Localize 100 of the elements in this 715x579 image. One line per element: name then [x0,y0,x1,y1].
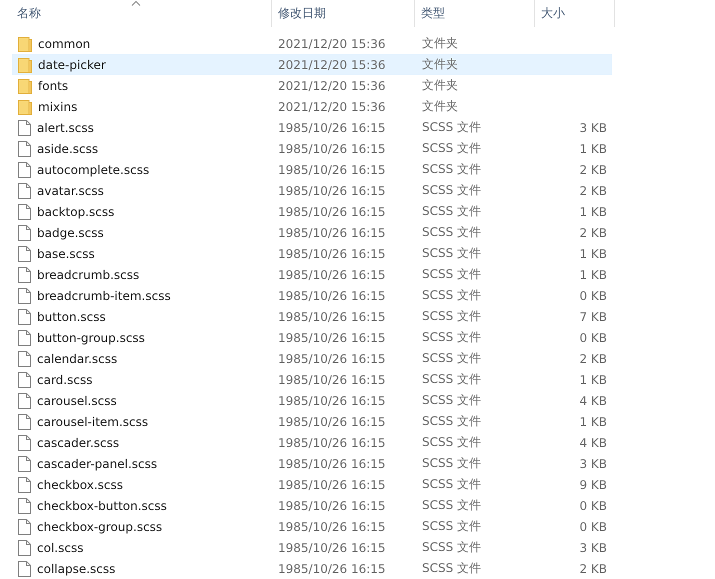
document-icon [18,224,31,240]
document-icon [18,476,31,492]
file-type: SCSS 文件 [422,161,482,178]
file-row[interactable]: collapse.scss 1985/10/26 16:15 SCSS 文件 2 KB [12,558,612,579]
file-row[interactable]: base.scss 1985/10/26 16:15 SCSS 文件 1 KB [12,243,612,264]
file-row[interactable]: backtop.scss 1985/10/26 16:15 SCSS 文件 1 KB [12,201,612,222]
file-row[interactable]: carousel-item.scss 1985/10/26 16:15 SCSS 文件 1 KB [12,411,612,432]
file-type: SCSS 文件 [422,224,482,241]
document-icon [18,498,31,514]
file-row[interactable]: checkbox-button.scss 1985/10/26 16:15 SCSS 文件 0 KB [12,495,612,516]
file-row[interactable]: breadcrumb-item.scss 1985/10/26 16:15 SCSS 文件 0 KB [12,285,612,306]
file-row[interactable]: breadcrumb.scss 1985/10/26 16:15 SCSS 文件 1 KB [12,264,612,285]
document-icon [18,540,31,556]
file-name: carousel.scss [37,394,117,408]
file-row[interactable]: date-picker 2021/12/20 15:36 文件夹 [12,54,612,75]
file-name: calendar.scss [37,352,118,366]
file-row[interactable]: mixins 2021/12/20 15:36 文件夹 [12,96,612,117]
file-row[interactable]: button.scss 1985/10/26 16:15 SCSS 文件 7 KB [12,306,612,327]
file-row[interactable]: avatar.scss 1985/10/26 16:15 SCSS 文件 2 KB [12,180,612,201]
file-name: aside.scss [37,142,98,156]
modified-date: 1985/10/26 16:15 [278,394,386,408]
file-row[interactable]: alert.scss 1985/10/26 16:15 SCSS 文件 3 KB [12,117,612,138]
file-size: 0 KB [579,288,607,302]
file-name: autocomplete.scss [37,162,150,176]
modified-date: 1985/10/26 16:15 [278,226,386,240]
modified-date: 1985/10/26 16:15 [278,372,386,386]
file-size: 9 KB [579,478,607,492]
file-name: card.scss [37,372,92,386]
file-name: base.scss [37,246,95,260]
file-type: SCSS 文件 [422,371,482,388]
file-type: SCSS 文件 [422,434,482,451]
document-icon [18,288,31,304]
file-type: SCSS 文件 [422,245,482,262]
modified-date: 1985/10/26 16:15 [278,184,386,198]
document-icon [18,372,31,388]
file-row[interactable]: button-group.scss 1985/10/26 16:15 SCSS 文件 0 KB [12,327,612,348]
document-icon [18,266,31,282]
file-row[interactable]: checkbox.scss 1985/10/26 16:15 SCSS 文件 9 KB [12,474,612,495]
file-name: cascader-panel.scss [37,456,158,470]
file-type: SCSS 文件 [422,203,482,220]
file-row[interactable]: cascader.scss 1985/10/26 16:15 SCSS 文件 4 KB [12,432,612,453]
file-type: 文件夹 [422,98,458,115]
file-size: 2 KB [579,352,607,366]
folder-icon [18,78,32,94]
file-type: SCSS 文件 [422,392,482,409]
file-row[interactable]: carousel.scss 1985/10/26 16:15 SCSS 文件 4 KB [12,390,612,411]
file-row[interactable]: cascader-panel.scss 1985/10/26 16:15 SCSS 文件 3 KB [12,453,612,474]
document-icon [18,330,31,346]
file-name: cascader.scss [37,436,120,450]
file-name: col.scss [37,540,84,554]
file-name: mixins [38,100,78,114]
file-row[interactable]: aside.scss 1985/10/26 16:15 SCSS 文件 1 KB [12,138,612,159]
file-row[interactable]: common 2021/12/20 15:36 文件夹 [12,33,612,54]
document-icon [18,162,31,178]
file-name: checkbox-group.scss [37,520,162,534]
document-icon [18,350,31,366]
modified-date: 1985/10/26 16:15 [278,246,386,260]
file-name: carousel-item.scss [37,414,148,428]
file-type: SCSS 文件 [422,539,482,556]
file-type: SCSS 文件 [422,308,482,325]
file-size: 1 KB [579,414,607,428]
modified-date: 1985/10/26 16:15 [278,268,386,282]
file-name: button-group.scss [37,330,145,344]
file-type: SCSS 文件 [422,182,482,199]
modified-date: 1985/10/26 16:15 [278,162,386,176]
file-type: SCSS 文件 [422,140,482,157]
file-name: badge.scss [37,226,104,240]
modified-date: 1985/10/26 16:15 [278,436,386,450]
document-icon [18,182,31,198]
document-icon [18,414,31,430]
document-icon [18,456,31,472]
file-name: backtop.scss [37,204,114,218]
modified-date: 1985/10/26 16:15 [278,562,386,576]
file-row[interactable]: autocomplete.scss 1985/10/26 16:15 SCSS 文件 2 KB [12,159,612,180]
file-type: SCSS 文件 [422,266,482,283]
file-type: SCSS 文件 [422,476,482,493]
folder-icon [18,56,32,72]
file-row[interactable]: checkbox-group.scss 1985/10/26 16:15 SCSS 文件 0 KB [12,516,612,537]
file-type: 文件夹 [422,35,458,52]
file-row[interactable]: badge.scss 1985/10/26 16:15 SCSS 文件 2 KB [12,222,612,243]
sort-caret-icon [130,0,140,6]
file-name: fonts [38,78,68,92]
file-row[interactable]: fonts 2021/12/20 15:36 文件夹 [12,75,612,96]
modified-date: 1985/10/26 16:15 [278,310,386,324]
file-size: 4 KB [579,436,607,450]
modified-date: 1985/10/26 16:15 [278,142,386,156]
file-name: collapse.scss [37,562,116,576]
file-row[interactable]: col.scss 1985/10/26 16:15 SCSS 文件 3 KB [12,537,612,558]
file-type: 文件夹 [422,56,458,73]
file-type: SCSS 文件 [422,455,482,472]
file-name: breadcrumb-item.scss [37,288,171,302]
modified-date: 1985/10/26 16:15 [278,352,386,366]
modified-date: 1985/10/26 16:15 [278,540,386,554]
modified-date: 2021/12/20 15:36 [278,100,386,114]
file-size: 1 KB [579,372,607,386]
modified-date: 1985/10/26 16:15 [278,456,386,470]
file-type: SCSS 文件 [422,413,482,430]
file-row[interactable]: card.scss 1985/10/26 16:15 SCSS 文件 1 KB [12,369,612,390]
file-size: 1 KB [579,246,607,260]
file-row[interactable]: calendar.scss 1985/10/26 16:15 SCSS 文件 2 KB [12,348,612,369]
